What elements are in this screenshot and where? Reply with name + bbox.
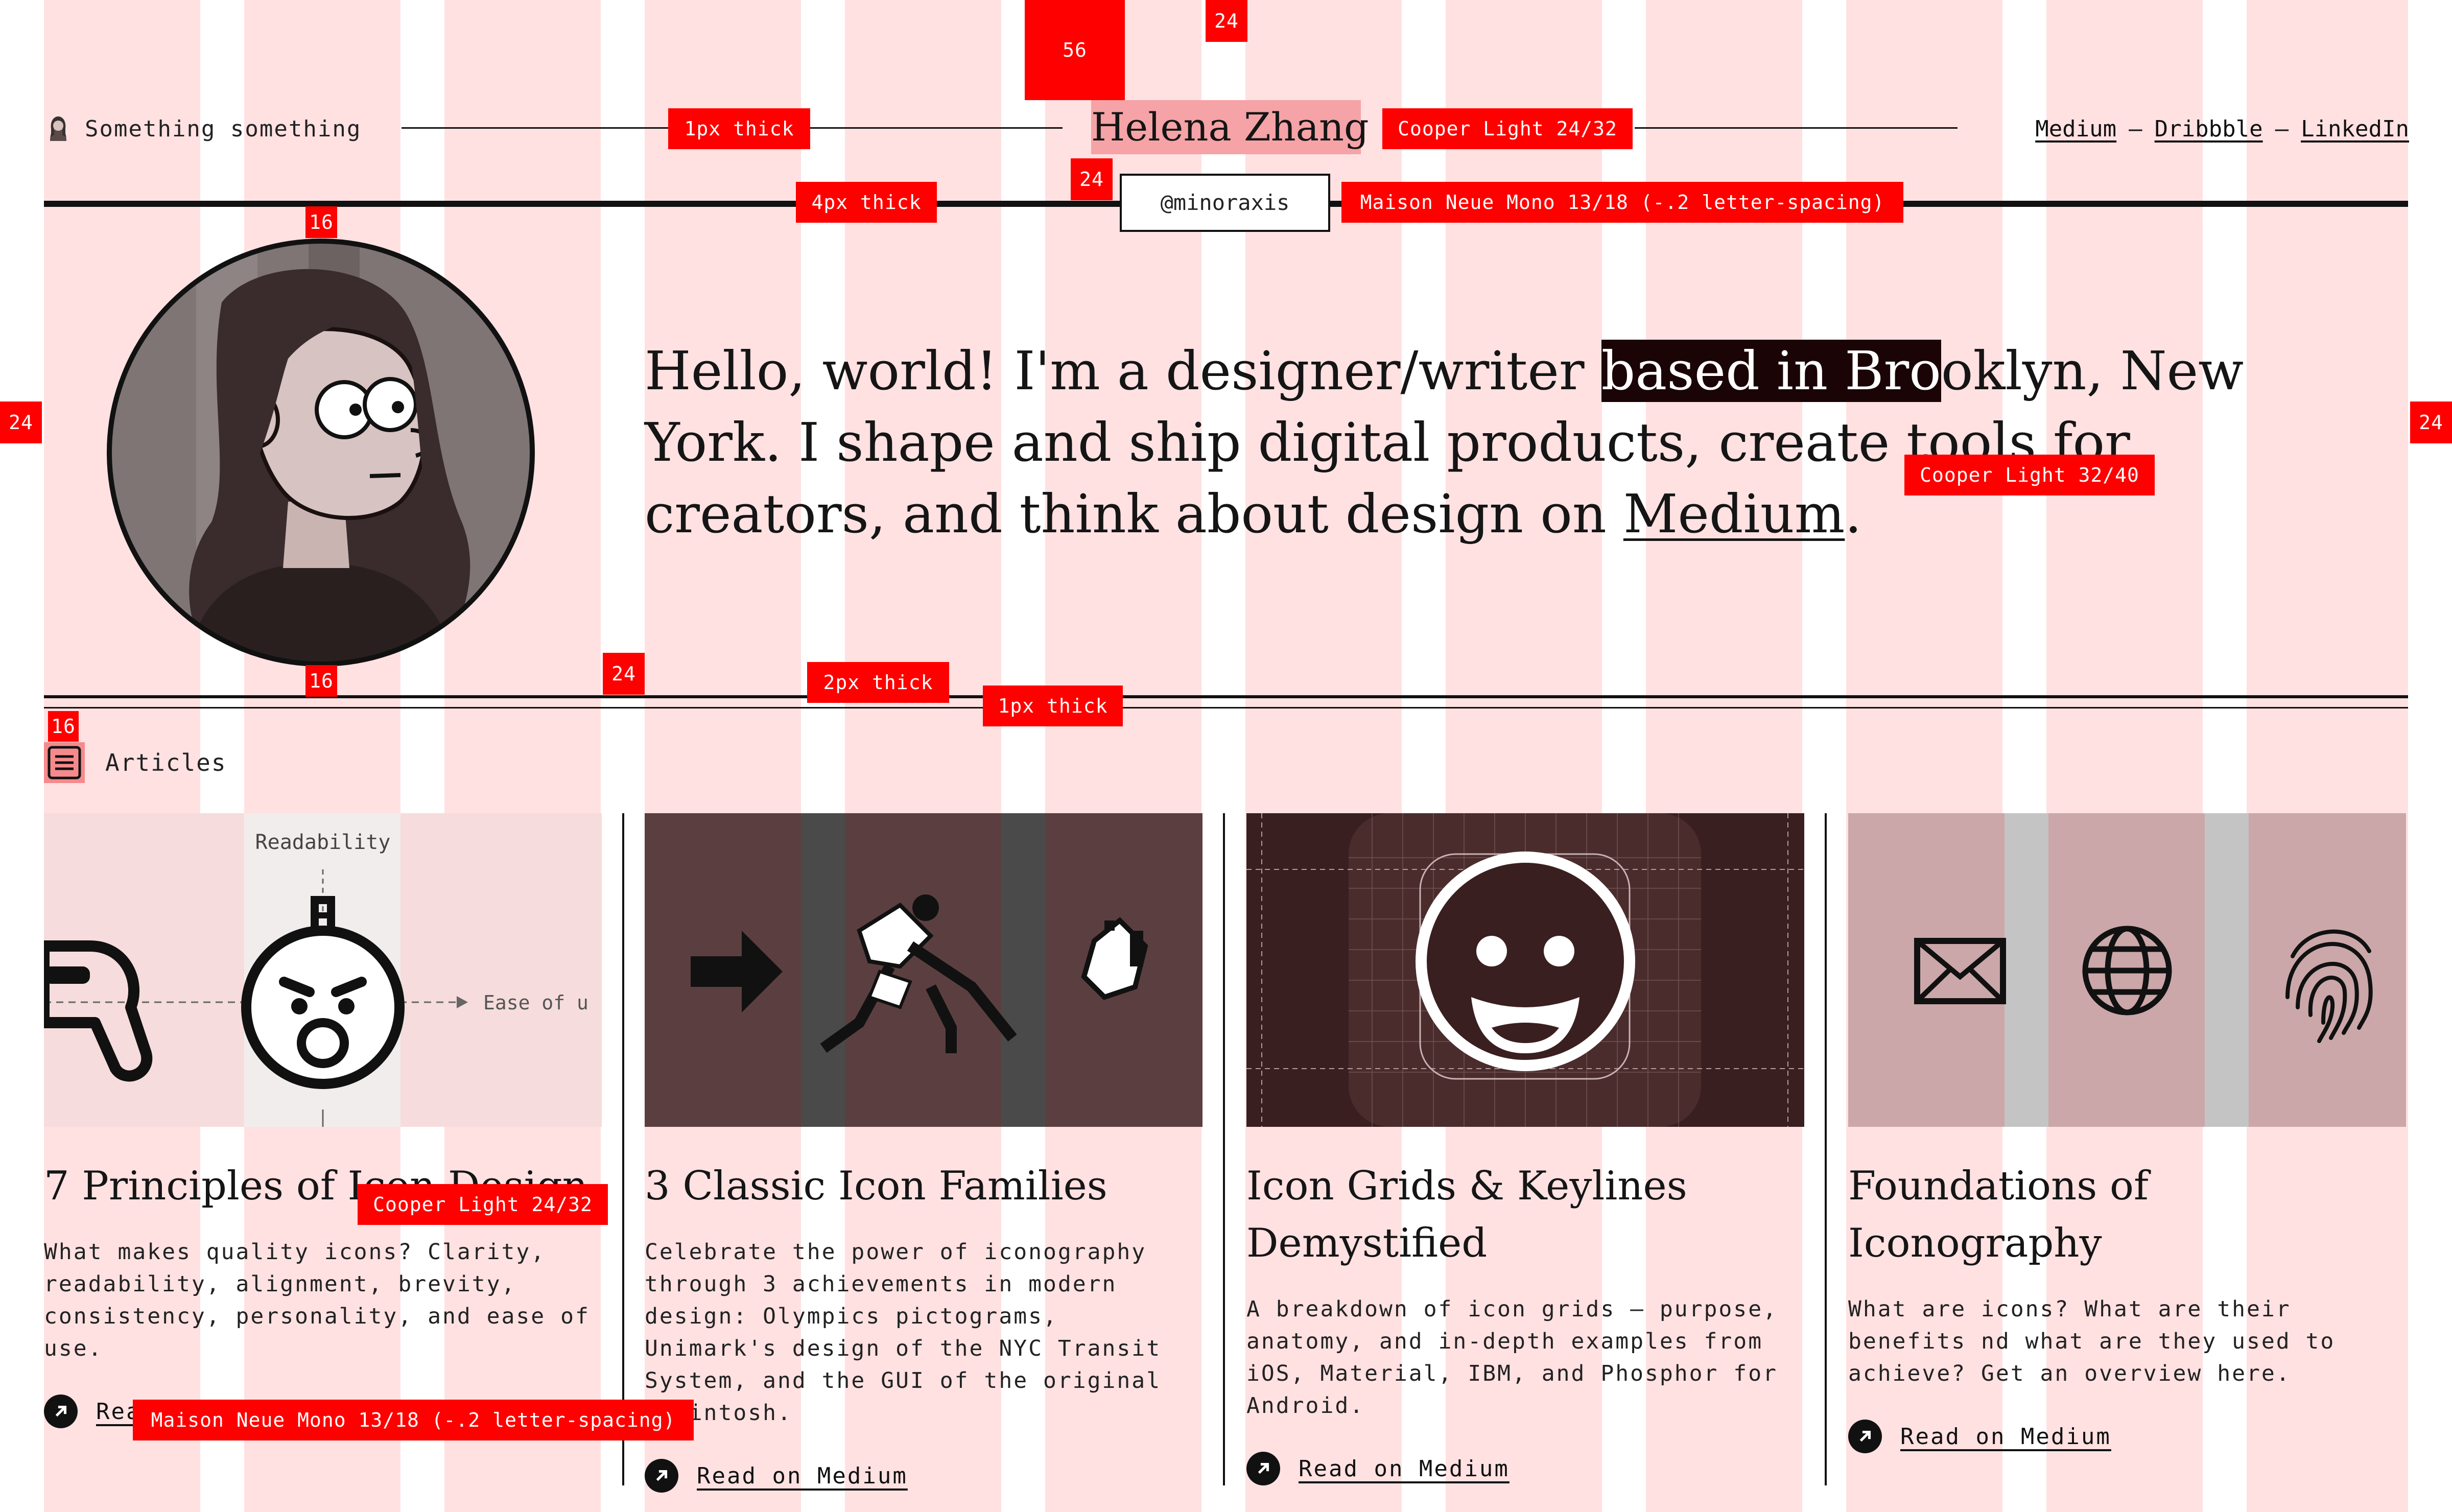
margin-annotation: 24	[0, 401, 42, 443]
foundations-illustration	[1848, 813, 2406, 1127]
line-annotation: 2px thick	[807, 662, 949, 703]
read-on-medium-link[interactable]: Read on Medium	[1900, 1424, 2111, 1450]
link-linkedin[interactable]: LinkedIn	[2301, 116, 2409, 142]
article-title[interactable]: Foundations of Iconography	[1848, 1157, 2406, 1272]
header-brand[interactable]: Something something	[44, 113, 361, 144]
site-title[interactable]: Helena Zhang	[1091, 100, 1369, 154]
font-annotation: Maison Neue Mono 13/18 (-.2 letter-spaci…	[1341, 182, 1903, 223]
article-card[interactable]: Foundations of Iconography What are icon…	[1848, 813, 2406, 1453]
spacing-annotation: 56	[1025, 0, 1125, 100]
articles-header: Articles	[44, 740, 227, 786]
line-annotation: 1px thick	[983, 686, 1123, 726]
arrow-up-right-icon[interactable]	[645, 1459, 678, 1493]
article-thumbnail	[1246, 813, 1804, 1127]
article-description: What are icons? What are their benefits …	[1848, 1296, 2336, 1386]
hero-text-end: .	[1845, 483, 1862, 545]
hero-text-start: Hello, world! I'm a designer/writer	[645, 340, 1601, 402]
spacing-annotation: 16	[305, 665, 337, 697]
hero-intro: Hello, world! I'm a designer/writer base…	[645, 335, 2371, 550]
thumb-label-readability: Readability	[255, 831, 391, 854]
article-description: What makes quality icons? Clarity, reada…	[44, 1239, 590, 1361]
article-thumbnail	[645, 813, 1203, 1127]
font-annotation: Cooper Light 32/40	[1904, 455, 2155, 495]
page: Something something Helena Zhang Medium …	[0, 0, 2452, 1512]
section-divider-2px	[44, 695, 2408, 698]
read-on-medium-link[interactable]: Read on Medium	[1299, 1456, 1510, 1482]
avatar-icon	[50, 116, 66, 141]
link-separator: —	[2129, 115, 2142, 142]
icon-families-illustration	[645, 813, 1203, 1127]
article-description: Celebrate the power of iconography throu…	[645, 1239, 1162, 1426]
article-description: A breakdown of icon grids — purpose, ana…	[1246, 1296, 1778, 1419]
link-dribbble[interactable]: Dribbble	[2155, 116, 2263, 142]
article-card[interactable]: 3 Classic Icon Families Celebrate the po…	[645, 813, 1203, 1493]
line-annotation: 4px thick	[796, 182, 937, 223]
profile-avatar	[107, 239, 535, 667]
principles-illustration: Readability Ease of u	[44, 813, 602, 1127]
line-annotation: 1px thick	[668, 108, 810, 149]
spacing-annotation: 24	[603, 653, 645, 695]
article-title[interactable]: Icon Grids & Keylines Demystified	[1246, 1157, 1804, 1272]
read-on-medium-link[interactable]: Read on Medium	[697, 1463, 908, 1489]
icon-grids-illustration	[1246, 813, 1804, 1127]
header-links: Medium — Dribbble — LinkedIn	[2035, 112, 2409, 145]
arrow-up-right-icon[interactable]	[44, 1395, 78, 1428]
read-link[interactable]: Read on Medium	[1246, 1452, 1804, 1485]
card-divider	[1223, 813, 1225, 1485]
article-thumbnail	[1848, 813, 2406, 1127]
spacing-annotation: 16	[48, 711, 79, 742]
thumb-label-ease: Ease of u	[483, 991, 588, 1014]
card-divider	[1825, 813, 1827, 1485]
hero-medium-link[interactable]: Medium	[1623, 483, 1845, 545]
article-thumbnail: Readability Ease of u	[44, 813, 602, 1127]
spacing-annotation: 16	[305, 206, 337, 238]
spacing-annotation: 24	[1206, 0, 1247, 42]
header-rule-right	[1635, 127, 1958, 129]
margin-annotation: 24	[2410, 401, 2452, 443]
section-divider-1px	[44, 707, 2408, 708]
font-annotation: Cooper Light 24/32	[1382, 108, 1633, 149]
spacing-annotation: 24	[1071, 158, 1113, 200]
list-icon	[44, 742, 85, 783]
link-medium[interactable]: Medium	[2035, 116, 2116, 142]
articles-heading: Articles	[105, 749, 227, 776]
read-link[interactable]: Read on Medium	[1848, 1420, 2406, 1453]
hero-highlight: based in Bro	[1601, 340, 1941, 402]
card-divider	[622, 813, 624, 1485]
tagline: Something something	[85, 115, 362, 142]
arrow-up-right-icon[interactable]	[1246, 1452, 1280, 1485]
font-annotation: Maison Neue Mono 13/18 (-.2 letter-spaci…	[133, 1400, 694, 1440]
article-title[interactable]: 3 Classic Icon Families	[645, 1157, 1203, 1215]
article-card[interactable]: Readability Ease of u 7 Principles of Ic…	[44, 813, 602, 1428]
arrow-up-right-icon[interactable]	[1848, 1420, 1882, 1453]
link-separator: —	[2275, 115, 2289, 142]
article-card[interactable]: Icon Grids & Keylines Demystified A brea…	[1246, 813, 1804, 1485]
handle-badge[interactable]: @minoraxis	[1120, 174, 1330, 232]
read-link[interactable]: Read on Medium	[645, 1459, 1203, 1493]
font-annotation: Cooper Light 24/32	[358, 1184, 608, 1225]
